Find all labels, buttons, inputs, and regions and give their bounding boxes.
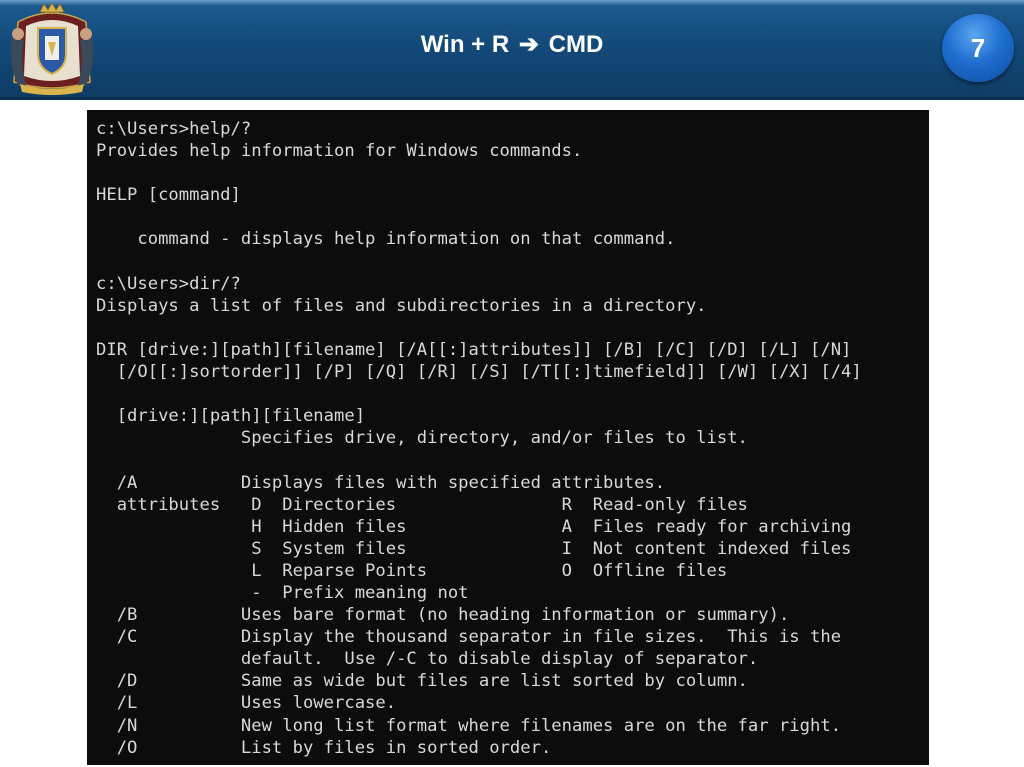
slide-header: Win + R ➔ CMD 7 — [0, 0, 1024, 100]
terminal-line: /A Displays files with specified attribu… — [96, 472, 666, 493]
terminal-line: /B Uses bare format (no heading informat… — [96, 605, 790, 626]
terminal-line: attributes D Directories R Read-only fil… — [96, 494, 748, 515]
arrow-right-icon: ➔ — [518, 31, 539, 58]
terminal-line: default. Use /-C to disable display of s… — [96, 649, 759, 670]
terminal-line: c:\Users>dir/? — [96, 273, 241, 294]
terminal-line: Displays a list of files and subdirector… — [96, 295, 707, 316]
cmd-terminal-screenshot: c:\Users>help/? Provides help informatio… — [87, 110, 929, 765]
terminal-line: /C Display the thousand separator in fil… — [96, 627, 842, 648]
terminal-line: Provides help information for Windows co… — [96, 141, 583, 162]
terminal-line: /D Same as wide but files are list sorte… — [96, 671, 748, 692]
terminal-line: - Prefix meaning not — [96, 582, 469, 603]
terminal-line: Specifies drive, directory, and/or files… — [96, 428, 748, 449]
header-shine — [0, 0, 1024, 6]
title-left: Win + R — [420, 31, 510, 58]
terminal-line: [drive:][path][filename] — [96, 406, 366, 427]
page-number-badge: 7 — [942, 14, 1014, 82]
terminal-line: /N New long list format where filenames … — [96, 715, 842, 736]
title-right: CMD — [548, 31, 604, 58]
terminal-output: c:\Users>help/? Provides help informatio… — [96, 118, 929, 759]
terminal-line: HELP [command] — [96, 185, 241, 206]
terminal-line: H Hidden files A Files ready for archivi… — [96, 516, 852, 537]
terminal-line: L Reparse Points O Offline files — [96, 560, 728, 581]
terminal-line: [/O[[:]sortorder]] [/P] [/Q] [/R] [/S] [… — [96, 362, 862, 383]
terminal-line: command - displays help information on t… — [96, 229, 676, 250]
terminal-line: /L Uses lowercase. — [96, 693, 397, 714]
terminal-line: DIR [drive:][path][filename] [/A[[:]attr… — [96, 339, 852, 360]
terminal-line: /O List by files in sorted order. — [96, 737, 552, 758]
terminal-line: S System files I Not content indexed fil… — [96, 538, 852, 559]
terminal-line: c:\Users>help/? — [96, 119, 252, 139]
slide-title: Win + R ➔ CMD — [0, 30, 1024, 59]
